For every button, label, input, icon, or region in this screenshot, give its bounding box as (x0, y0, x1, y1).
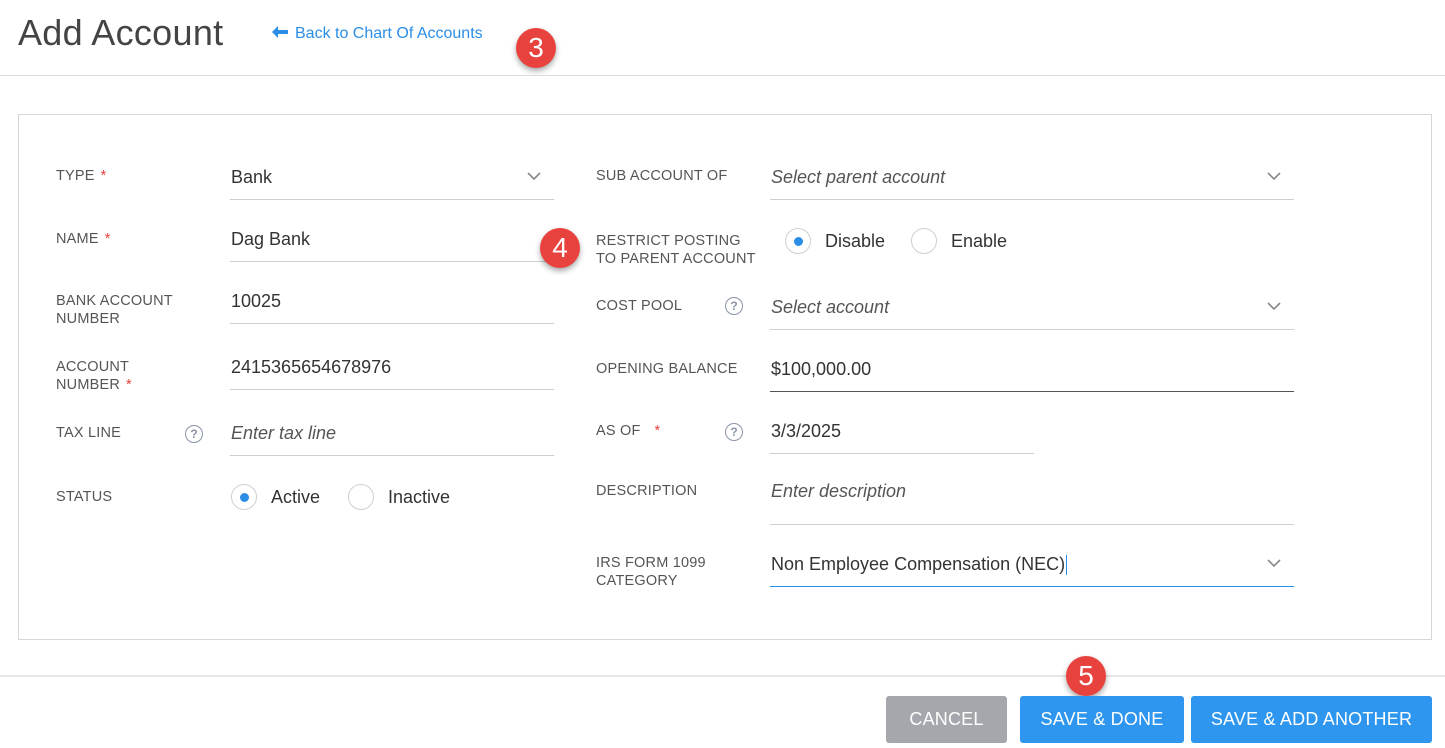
restrict-posting-radio-enable[interactable]: Enable (911, 228, 1007, 254)
chevron-down-icon (1267, 172, 1281, 181)
account-number-input[interactable]: 2415365654678976 (230, 350, 554, 390)
page-header: Add Account Back to Chart Of Accounts (0, 0, 1445, 76)
chevron-down-icon (527, 172, 541, 181)
as-of-value: 3/3/2025 (771, 421, 842, 441)
arrow-left-icon (272, 26, 288, 42)
opening-balance-value: $100,000.00 (771, 359, 872, 379)
status-radio-active[interactable]: Active (231, 484, 320, 510)
status-label: STATUS (56, 489, 113, 505)
bank-account-number-value: 10025 (231, 291, 282, 311)
footer-divider (0, 675, 1445, 677)
description-label: DESCRIPTION (596, 483, 698, 499)
type-label: TYPE * (56, 168, 107, 184)
required-mark: * (654, 423, 661, 439)
as-of-label: AS OF * (596, 423, 661, 439)
step-badge-5: 5 (1066, 656, 1106, 696)
cancel-button[interactable]: CANCEL (886, 696, 1007, 743)
status-active-label: Active (271, 486, 321, 507)
step-badge-3: 3 (516, 28, 556, 68)
save-and-done-button[interactable]: SAVE & DONE (1020, 696, 1184, 743)
radio-selected-icon (785, 228, 811, 254)
step-badge-4: 4 (540, 228, 580, 268)
chevron-down-icon (1267, 559, 1281, 568)
sub-account-of-placeholder: Select parent account (771, 167, 946, 187)
cost-pool-label: COST POOL (596, 298, 683, 314)
account-number-label: ACCOUNT NUMBER * (56, 359, 132, 393)
bank-account-number-label: BANK ACCOUNT NUMBER (56, 293, 173, 327)
opening-balance-input[interactable]: $100,000.00 (770, 352, 1294, 392)
required-mark: * (104, 231, 111, 247)
text-cursor (1066, 555, 1068, 576)
required-mark: * (100, 168, 107, 184)
tax-line-placeholder: Enter tax line (231, 423, 337, 443)
name-value: Dag Bank (231, 229, 311, 249)
required-mark: * (126, 377, 132, 393)
cost-pool-placeholder: Select account (771, 297, 890, 317)
page-title: Add Account (18, 12, 224, 53)
radio-unselected-icon (911, 228, 937, 254)
radio-selected-icon (231, 484, 257, 510)
account-number-value: 2415365654678976 (231, 357, 392, 377)
restrict-posting-label: RESTRICT POSTING TO PARENT ACCOUNT (596, 233, 756, 267)
restrict-enable-label: Enable (951, 230, 1008, 251)
help-icon[interactable]: ? (725, 297, 743, 315)
help-icon[interactable]: ? (725, 423, 743, 441)
opening-balance-label: OPENING BALANCE (596, 361, 738, 377)
radio-unselected-icon (348, 484, 374, 510)
irs-1099-category-select[interactable]: Non Employee Compensation (NEC) (770, 547, 1294, 587)
cost-pool-select[interactable]: Select account (770, 290, 1294, 330)
help-icon[interactable]: ? (185, 425, 203, 443)
type-value: Bank (231, 167, 273, 187)
back-to-chart-of-accounts-link[interactable]: Back to Chart Of Accounts (272, 25, 483, 43)
irs-1099-category-value: Non Employee Compensation (NEC) (771, 554, 1066, 574)
description-textarea[interactable]: Enter description (770, 474, 1294, 525)
type-select[interactable]: Bank (230, 160, 554, 200)
chevron-down-icon (1267, 302, 1281, 311)
tax-line-label: TAX LINE (56, 425, 121, 441)
restrict-disable-label: Disable (825, 230, 886, 251)
back-link-label: Back to Chart Of Accounts (295, 25, 483, 42)
as-of-date-input[interactable]: 3/3/2025 (770, 414, 1034, 454)
restrict-posting-radio-disable[interactable]: Disable (785, 228, 885, 254)
tax-line-input[interactable]: Enter tax line (230, 416, 554, 456)
sub-account-of-select[interactable]: Select parent account (770, 160, 1294, 200)
irs-1099-category-label: IRS FORM 1099 CATEGORY (596, 555, 706, 589)
save-and-add-another-button[interactable]: SAVE & ADD ANOTHER (1191, 696, 1432, 743)
status-inactive-label: Inactive (388, 486, 451, 507)
name-label: NAME * (56, 231, 111, 247)
bank-account-number-input[interactable]: 10025 (230, 284, 554, 324)
name-input[interactable]: Dag Bank (230, 222, 554, 262)
sub-account-of-label: SUB ACCOUNT OF (596, 168, 728, 184)
status-radio-inactive[interactable]: Inactive (348, 484, 450, 510)
description-placeholder: Enter description (771, 481, 907, 501)
